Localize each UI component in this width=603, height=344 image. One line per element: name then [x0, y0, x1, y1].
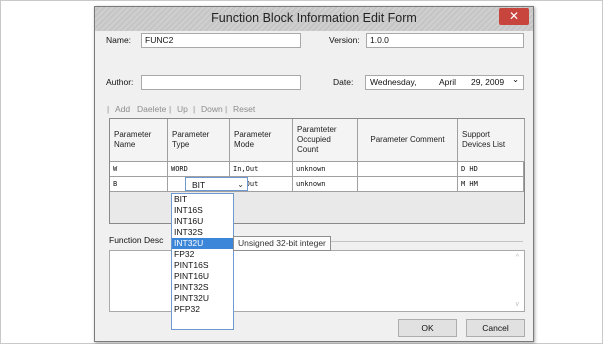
date-month: April — [439, 77, 457, 87]
chevron-down-icon[interactable]: ⌄ — [237, 178, 244, 192]
dropdown-option[interactable]: PFP32 — [172, 304, 233, 315]
author-label: Author: — [106, 77, 134, 87]
dropdown-option[interactable]: INT16S — [172, 205, 233, 216]
scroll-down-icon[interactable]: v — [516, 301, 520, 308]
cell-param-name[interactable]: W — [110, 162, 168, 177]
dropdown-option[interactable]: INT32S — [172, 227, 233, 238]
col-header-parameter-mode[interactable]: Parameter Mode — [230, 119, 293, 162]
version-label: Version: — [329, 35, 360, 45]
col-header-parameter-comment[interactable]: Parameter Comment — [358, 119, 458, 162]
cell-support-devices[interactable]: D HD — [458, 162, 524, 177]
cell-param-comment[interactable] — [358, 177, 458, 192]
toolbar-separator: | — [107, 104, 110, 114]
cell-param-mode[interactable]: In,Out — [230, 162, 293, 177]
date-label: Date: — [333, 77, 354, 87]
cell-occupied-count[interactable]: unknown — [293, 177, 358, 192]
dropdown-option[interactable]: FP32 — [172, 249, 233, 260]
cell-support-devices[interactable]: M HM — [458, 177, 524, 192]
cell-param-comment[interactable] — [358, 162, 458, 177]
dropdown-option[interactable]: PINT32S — [172, 282, 233, 293]
name-field[interactable]: FUNC2 — [141, 33, 301, 48]
ok-button[interactable]: OK — [398, 319, 457, 337]
col-header-parameter-type[interactable]: Parameter Type — [168, 119, 230, 162]
scroll-up-icon[interactable]: ^ — [516, 254, 519, 261]
date-picker[interactable]: Wednesday, April 29, 2009 ⌄ — [365, 73, 524, 90]
date-weekday: Wednesday, — [370, 77, 417, 87]
toolbar-separator: | — [169, 104, 172, 114]
dropdown-option-selected[interactable]: INT32U — [172, 238, 233, 249]
up-button[interactable]: Up — [177, 104, 188, 114]
function-block-edit-dialog: Function Block Information Edit Form ✕ N… — [94, 6, 534, 342]
title-bar: Function Block Information Edit Form ✕ — [95, 7, 533, 31]
parameter-type-dropdown[interactable]: BIT INT16S INT16U INT32S INT32U FP32 PIN… — [171, 193, 234, 330]
window-title: Function Block Information Edit Form — [211, 11, 417, 25]
tooltip: Unsigned 32-bit integer — [233, 236, 331, 251]
date-day-year: 29, 2009 — [471, 77, 505, 87]
dropdown-option[interactable]: PINT16S — [172, 260, 233, 271]
version-field[interactable]: 1.0.0 — [366, 33, 524, 48]
name-label: Name: — [106, 35, 132, 45]
author-field[interactable] — [141, 75, 301, 90]
parameter-type-combo[interactable]: BIT ⌄ — [185, 177, 248, 191]
cancel-button[interactable]: Cancel — [466, 319, 525, 337]
dropdown-option[interactable]: INT16U — [172, 216, 233, 227]
delete-button[interactable]: Daelete — [137, 104, 166, 114]
function-description-label: Function Desc — [109, 235, 164, 245]
cell-param-name[interactable]: B — [110, 177, 168, 192]
chevron-down-icon[interactable]: ⌄ — [512, 73, 519, 86]
down-button[interactable]: Down — [201, 104, 223, 114]
cell-param-type[interactable]: WORD — [168, 162, 230, 177]
col-header-support-devices[interactable]: Support Devices List — [458, 119, 525, 162]
add-button[interactable]: Add — [115, 104, 130, 114]
toolbar-separator: | — [193, 104, 196, 114]
cell-occupied-count[interactable]: unknown — [293, 162, 358, 177]
reset-button[interactable]: Reset — [233, 104, 255, 114]
dropdown-option[interactable]: BIT — [172, 194, 233, 205]
close-button[interactable]: ✕ — [499, 8, 529, 25]
dropdown-option[interactable]: PINT32U — [172, 293, 233, 304]
combo-value: BIT — [192, 180, 206, 190]
col-header-parameter-name[interactable]: Parameter Name — [110, 119, 168, 162]
dropdown-option[interactable]: PINT16U — [172, 271, 233, 282]
col-header-occupied-count[interactable]: Paramteter Occupied Count — [293, 119, 358, 162]
toolbar-separator: | — [225, 104, 228, 114]
